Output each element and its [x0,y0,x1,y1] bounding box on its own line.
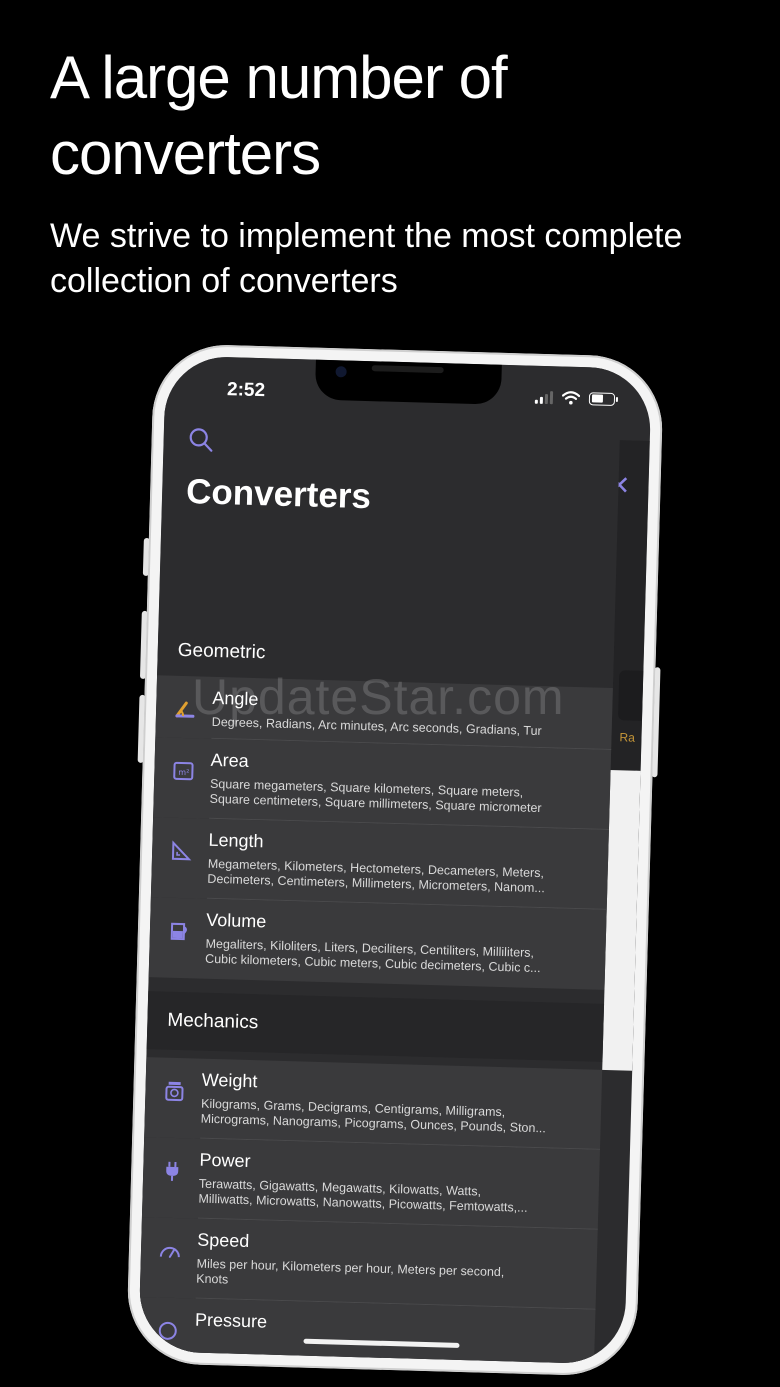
headline: A large number of converters [50,44,508,187]
speed-icon [159,1246,180,1258]
phone-screen: 2:52 ✕ Ra Converters Geometric Angle Deg… [138,355,652,1365]
signal-icon [534,390,554,404]
watermark-text: UpdateStar.com [192,669,565,725]
list-item-area[interactable]: m² Area Square megameters, Square kilome… [153,737,612,830]
search-icon[interactable] [187,426,214,453]
power-icon [166,1161,179,1181]
svg-text:m²: m² [178,768,189,777]
length-icon [171,840,192,861]
list-item-volume[interactable]: Volume Megaliters, Kiloliters, Liters, D… [148,897,607,990]
list-item-power[interactable]: Power Terawatts, Gigawatts, Megawatts, K… [141,1137,600,1230]
section-header-mechanics: Mechanics [146,991,605,1062]
battery-icon [588,391,616,406]
area-icon: m² [173,761,194,781]
list-item-speed[interactable]: Speed Miles per hour, Kilometers per hou… [139,1217,598,1310]
list-item-weight[interactable]: Weight Kilograms, Grams, Decigrams, Cent… [144,1057,603,1150]
notch [314,359,502,405]
status-icons [534,390,616,406]
subhead: We strive to implement the most complete… [50,217,683,300]
list-item-pressure[interactable]: Pressure [138,1297,596,1365]
pressure-icon [158,1321,177,1340]
wifi-icon [561,391,581,405]
list-item-length[interactable]: Length Megameters, Kilometers, Hectomete… [150,817,609,910]
phone-mockup: 2:52 ✕ Ra Converters Geometric Angle Deg… [125,343,665,1377]
weight-icon [165,1081,184,1102]
speaker-grille [371,365,444,374]
volume-icon [170,922,187,941]
status-time: 2:52 [226,379,266,402]
camera-icon [335,366,347,378]
side-card-label: Ra [619,730,636,745]
side-card-field [617,670,644,721]
page-title: Converters [185,472,372,517]
list-item-title: Weight [201,1069,258,1092]
phone-frame: 2:52 ✕ Ra Converters Geometric Angle Deg… [125,343,665,1377]
converters-list-screen: Converters Geometric Angle Degrees, Radi… [138,355,622,1365]
